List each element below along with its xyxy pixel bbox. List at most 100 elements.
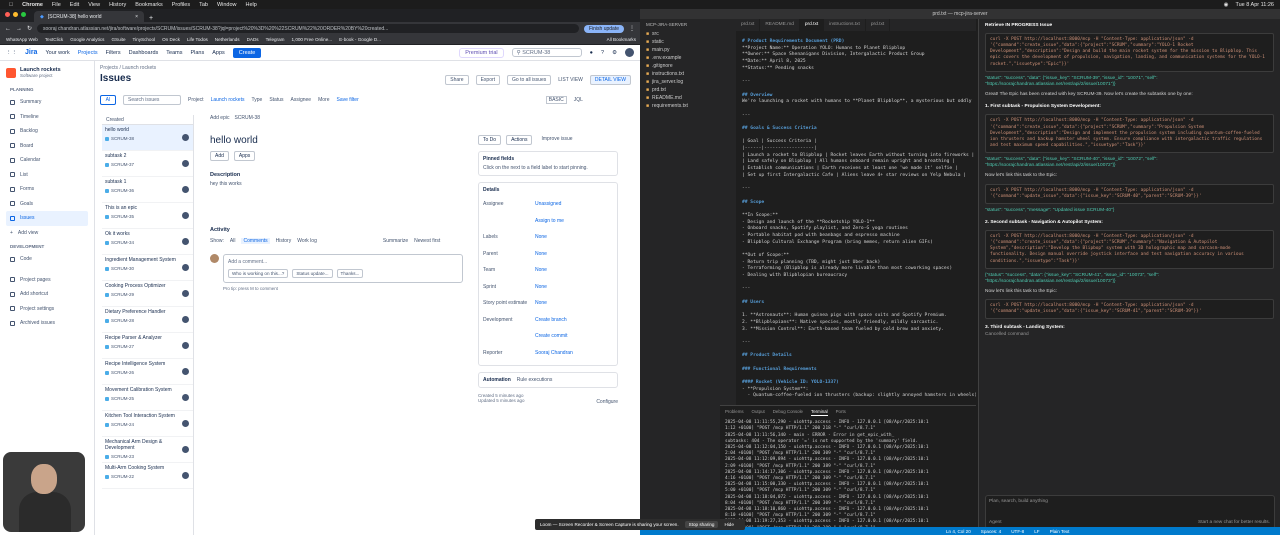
avatar[interactable] bbox=[182, 394, 189, 401]
avatar[interactable] bbox=[182, 238, 189, 245]
save-filter-button[interactable]: Save filter bbox=[337, 97, 359, 103]
sidebar-item-issues[interactable]: Issues bbox=[6, 211, 88, 226]
nav-dashboards[interactable]: Dashboards bbox=[129, 50, 159, 56]
explorer-file[interactable]: ■ src bbox=[646, 30, 730, 38]
menu-help[interactable]: Help bbox=[246, 2, 257, 8]
issue-list-item[interactable]: Ingredient Management System SCRUM-30 bbox=[102, 255, 193, 281]
list-sort-header[interactable]: Created bbox=[102, 115, 193, 125]
bookmark-item[interactable]: Netherlands bbox=[215, 37, 240, 42]
detail-view-toggle[interactable]: DETAIL VIEW bbox=[589, 75, 631, 85]
issue-list-item[interactable]: subtask 2 SCRUM-37 bbox=[102, 151, 193, 177]
reload-icon[interactable]: ↻ bbox=[27, 25, 32, 32]
jql-toggle[interactable]: JQL bbox=[574, 97, 583, 103]
close-tab-icon[interactable]: × bbox=[135, 14, 138, 20]
issue-list-item[interactable]: Ok it works SCRUM-34 bbox=[102, 229, 193, 255]
menu-bookmarks[interactable]: Bookmarks bbox=[135, 2, 163, 8]
field-value[interactable]: None bbox=[535, 284, 547, 290]
command-block[interactable]: curl -X POST http://localhost:8000/mcp -… bbox=[985, 183, 1274, 204]
app-switcher-icon[interactable]: ⋮⋮ bbox=[6, 50, 17, 56]
explorer-file[interactable]: ■ main.py bbox=[646, 46, 730, 54]
project-header[interactable]: Launch rockets Software project bbox=[6, 67, 88, 78]
finish-update-button[interactable]: Finish update bbox=[583, 24, 624, 33]
explorer-file[interactable]: ■ jira_server.log bbox=[646, 78, 730, 86]
terminal-panel[interactable]: Problems Output Debug Console Terminal P… bbox=[720, 405, 976, 535]
nav-apps[interactable]: Apps bbox=[212, 50, 225, 56]
issue-list-item[interactable]: Movement Calibration System SCRUM-25 bbox=[102, 385, 193, 411]
explorer-file[interactable]: ■ README.md bbox=[646, 94, 730, 102]
sidebar-item-list[interactable]: List bbox=[6, 168, 88, 183]
comment-input[interactable]: Add a comment... Who is working on this.… bbox=[223, 254, 463, 283]
menu-chrome[interactable]: Chrome bbox=[22, 2, 43, 8]
bookmark-item[interactable]: GSuite bbox=[111, 37, 125, 42]
sidebar-item-add-shortcut[interactable]: Add shortcut bbox=[6, 287, 88, 302]
avatar[interactable] bbox=[182, 316, 189, 323]
avatar[interactable] bbox=[182, 160, 189, 167]
assignee-filter[interactable]: Assignee bbox=[291, 97, 312, 103]
list-view-toggle[interactable]: LIST VIEW bbox=[558, 77, 583, 83]
field-value[interactable]: Sooraj Chandran bbox=[535, 350, 573, 356]
apple-icon[interactable]:  bbox=[9, 2, 13, 8]
avatar[interactable] bbox=[182, 264, 189, 271]
premium-trial-button[interactable]: Premium trial bbox=[459, 47, 504, 58]
breadcrumb[interactable]: Projects / Launch rockets bbox=[100, 65, 635, 71]
settings-icon[interactable]: ⚙ bbox=[612, 50, 617, 56]
forward-icon[interactable]: → bbox=[16, 26, 22, 32]
tab-problems[interactable]: Problems bbox=[725, 409, 744, 416]
details-title[interactable]: Details bbox=[483, 187, 613, 193]
issue-list-item[interactable]: subtask 1 SCRUM-36 bbox=[102, 177, 193, 203]
status-item[interactable]: Spaces: 4 bbox=[981, 529, 1001, 534]
editor-tab[interactable]: prd.txt bbox=[736, 19, 761, 31]
menubar-clock[interactable]: Tue 8 Apr 11:26 bbox=[1235, 2, 1274, 8]
sidebar-item-summary[interactable]: Summary bbox=[6, 95, 88, 110]
webcam-overlay[interactable] bbox=[3, 452, 85, 532]
configure-button[interactable]: Configure bbox=[596, 399, 618, 405]
field-value[interactable]: Create branch bbox=[535, 317, 567, 323]
sidebar-item-forms[interactable]: Forms bbox=[6, 182, 88, 197]
avatar[interactable] bbox=[182, 420, 189, 427]
issue-list-item[interactable]: Dietary Preference Handler SCRUM-28 bbox=[102, 307, 193, 333]
bookmark-item[interactable]: All Bookmarks bbox=[607, 37, 640, 42]
chat-header[interactable]: Retrieve IN PROGRESS Issue bbox=[985, 23, 1274, 29]
bookmark-item[interactable]: TextClick bbox=[45, 37, 63, 42]
avatar[interactable] bbox=[182, 342, 189, 349]
suggestion-chip[interactable]: Thanks... bbox=[336, 269, 364, 278]
menu-window[interactable]: Window bbox=[217, 2, 237, 8]
notifications-icon[interactable]: ● bbox=[590, 50, 593, 56]
new-tab-icon[interactable]: + bbox=[149, 15, 153, 22]
sidebar-item-add-view[interactable]: + Add view bbox=[6, 226, 88, 241]
explorer-file[interactable]: ■ prd.txt bbox=[646, 86, 730, 94]
avatar[interactable] bbox=[625, 48, 634, 57]
explorer-file[interactable]: ■ .gitignore bbox=[646, 62, 730, 70]
more-filter[interactable]: More bbox=[318, 97, 329, 103]
issue-list-item[interactable]: Cooking Process Optimizer SCRUM-29 bbox=[102, 281, 193, 307]
improve-issue-button[interactable]: Improve issue bbox=[537, 135, 576, 145]
nav-filters[interactable]: Filters bbox=[106, 50, 121, 56]
editor-tab[interactable]: README.md bbox=[760, 19, 800, 31]
agent-mode-dropdown[interactable]: Agent bbox=[989, 520, 1002, 526]
browser-tab[interactable]: ◆ [SCRUM-38] hello world × bbox=[34, 11, 144, 22]
project-filter[interactable]: Project bbox=[188, 97, 204, 103]
status-item[interactable]: Ln 4, Col 20 bbox=[946, 529, 971, 534]
field-value[interactable]: None bbox=[535, 251, 547, 257]
explorer-file[interactable]: ■ requirements.txt bbox=[646, 102, 730, 110]
field-value[interactable]: Unassigned bbox=[535, 201, 561, 207]
sidebar-item-backlog[interactable]: Backlog bbox=[6, 124, 88, 139]
field-value[interactable]: None bbox=[535, 267, 547, 273]
bookmark-item[interactable]: DADs bbox=[247, 37, 259, 42]
code-editor[interactable]: # Product Requirements Document (PRD) **P… bbox=[736, 31, 976, 403]
editor-tab[interactable]: prd.txt bbox=[799, 19, 825, 31]
more-menu-icon[interactable]: ⋮ bbox=[629, 25, 635, 32]
menu-file[interactable]: File bbox=[52, 2, 61, 8]
explorer-file[interactable]: ■ .env.example bbox=[646, 54, 730, 62]
menu-view[interactable]: View bbox=[88, 2, 100, 8]
url-field[interactable]: sooraj chandran.atlassian.net/jira/softw… bbox=[37, 24, 579, 33]
command-block[interactable]: curl -X POST http://localhost:8000/mcp -… bbox=[985, 299, 1274, 320]
search-issues-input[interactable]: Search issues bbox=[123, 95, 181, 105]
add-epic-link[interactable]: Add epic bbox=[210, 115, 229, 121]
ai-filter-button[interactable]: AI bbox=[100, 95, 116, 105]
issue-list-item[interactable]: hello world SCRUM-38 bbox=[102, 125, 193, 151]
editor-tab[interactable]: prd.txt bbox=[866, 19, 891, 31]
field-value[interactable]: Create commit bbox=[535, 333, 568, 339]
add-button[interactable]: Add bbox=[210, 151, 229, 161]
status-filter[interactable]: Status bbox=[269, 97, 283, 103]
